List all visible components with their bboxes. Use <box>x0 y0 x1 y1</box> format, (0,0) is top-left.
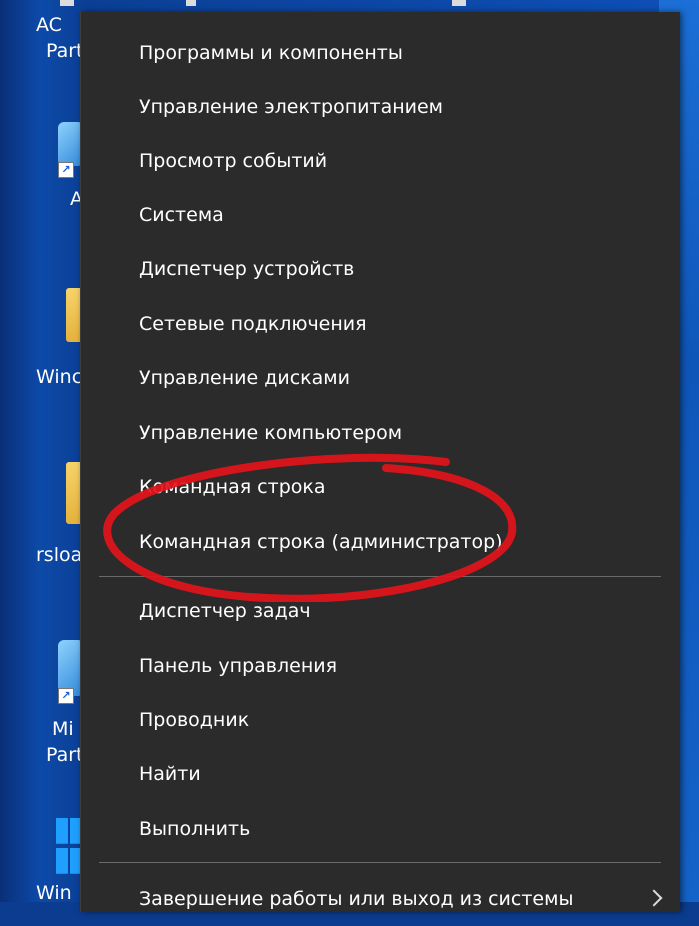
winx-context-menu: Программы и компоненты Управление электр… <box>80 12 680 912</box>
menu-item-device-manager[interactable]: Диспетчер устройств <box>81 242 680 296</box>
menu-item-label: Командная строка (администратор) <box>139 531 503 553</box>
menu-item-programs-and-features[interactable]: Программы и компоненты <box>81 26 680 80</box>
menu-item-label: Завершение работы или выход из системы <box>139 888 574 910</box>
top-icon <box>186 0 196 6</box>
menu-item-power-options[interactable]: Управление электропитанием <box>81 80 680 134</box>
menu-item-label: Сетевые подключения <box>139 313 367 335</box>
menu-item-label: Панель управления <box>139 655 338 677</box>
menu-item-label: Система <box>139 204 224 226</box>
desktop-icon-label[interactable]: AC <box>36 14 62 36</box>
desktop-icon-label[interactable]: Part <box>46 40 84 62</box>
menu-item-network-connections[interactable]: Сетевые подключения <box>81 297 680 351</box>
menu-item-file-explorer[interactable]: Проводник <box>81 693 680 747</box>
menu-item-label: Проводник <box>139 709 250 731</box>
menu-item-computer-management[interactable]: Управление компьютером <box>81 406 680 460</box>
menu-item-label: Программы и компоненты <box>139 42 403 64</box>
menu-item-command-prompt[interactable]: Командная строка <box>81 460 680 514</box>
top-icon <box>452 0 466 6</box>
chevron-right-icon <box>645 889 663 907</box>
menu-item-label: Найти <box>139 763 201 785</box>
menu-item-label: Командная строка <box>139 476 326 498</box>
menu-item-label: Управление дисками <box>139 367 350 389</box>
taskbar-edge <box>0 0 699 8</box>
menu-item-command-prompt-admin[interactable]: Командная строка (администратор) <box>81 515 680 569</box>
menu-item-control-panel[interactable]: Панель управления <box>81 639 680 693</box>
top-icon <box>60 0 74 6</box>
desktop-icon-label[interactable]: Part <box>46 744 84 766</box>
desktop-icon-label[interactable]: Win <box>36 882 72 904</box>
desktop-icon-label[interactable]: rsloa <box>36 544 82 566</box>
menu-item-label: Просмотр событий <box>139 150 328 172</box>
menu-item-label: Управление компьютером <box>139 422 403 444</box>
menu-item-label: Диспетчер задач <box>139 600 311 622</box>
menu-item-run[interactable]: Выполнить <box>81 802 680 856</box>
desktop-icon-label[interactable]: Mi <box>52 718 74 740</box>
shortcut-arrow-icon: ↗ <box>58 688 74 704</box>
menu-item-label: Диспетчер устройств <box>139 258 355 280</box>
menu-item-disk-management[interactable]: Управление дисками <box>81 351 680 405</box>
shortcut-arrow-icon: ↗ <box>58 162 74 178</box>
menu-item-system[interactable]: Система <box>81 188 680 242</box>
menu-item-label: Выполнить <box>139 818 251 840</box>
menu-item-label: Управление электропитанием <box>139 96 443 118</box>
desktop-icon-label[interactable]: Winc <box>36 366 82 388</box>
menu-separator <box>99 576 661 577</box>
menu-item-search[interactable]: Найти <box>81 747 680 801</box>
menu-separator <box>99 862 661 863</box>
menu-item-event-viewer[interactable]: Просмотр событий <box>81 134 680 188</box>
windows-logo-icon[interactable] <box>56 818 82 874</box>
menu-item-shutdown-or-sign-out[interactable]: Завершение работы или выход из системы <box>81 872 680 926</box>
menu-item-task-manager[interactable]: Диспетчер задач <box>81 584 680 638</box>
